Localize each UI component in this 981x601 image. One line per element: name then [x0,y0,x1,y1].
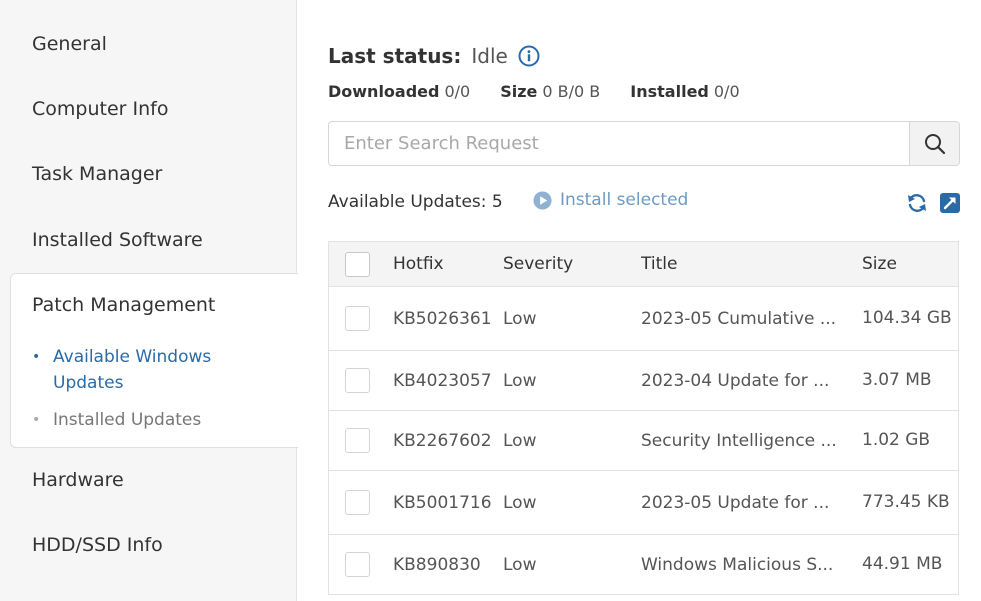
sidebar-item-general[interactable]: General [32,33,107,55]
severity-cell: Low [503,554,537,575]
stat-downloaded: Downloaded 0/0 [328,82,470,101]
info-icon[interactable] [518,45,540,67]
main-panel: Last status: Idle Downloaded 0/0 Size 0 B/… [328,0,960,601]
sidebar-item-hdd-ssd-info[interactable]: HDD/SSD Info [32,534,163,556]
severity-cell: Low [503,370,537,391]
size-cell: 44.91 MB [862,554,943,574]
row-checkbox[interactable] [345,368,370,393]
row-select-cell [345,535,371,594]
row-checkbox[interactable] [345,306,370,331]
row-select-cell [345,351,371,410]
install-selected-button[interactable]: Install selected [533,190,688,210]
stat-installed-value: 0/0 [713,82,740,101]
severity-cell: Low [503,430,537,451]
magnifier-icon [924,133,945,154]
table-row[interactable]: KB2267602 Low Security Intelligence ... … [329,411,958,471]
sidebar: General Computer Info Task Manager Insta… [0,0,298,601]
column-header-severity[interactable]: Severity [503,242,623,286]
download-stats-row: Downloaded 0/0 Size 0 B/0 B Installed 0/0 [328,82,770,101]
sidebar-item-patch-management-card: Patch Management • Available Windows Upd… [10,273,298,448]
search-button[interactable] [909,122,959,165]
row-select-cell [345,471,371,534]
stat-size-label: Size [500,82,538,101]
title-cell: 2023-04 Update for ... [641,370,830,391]
hotfix-cell: KB890830 [393,554,481,575]
search-box [328,121,960,166]
row-checkbox[interactable] [345,490,370,515]
column-header-title[interactable]: Title [641,242,841,286]
size-cell: 773.45 KB [862,492,950,512]
table-row[interactable]: KB890830 Low Windows Malicious S... 44.9… [329,535,958,595]
size-cell: 1.02 GB [862,430,931,450]
select-all-cell [345,242,371,286]
install-selected-label: Install selected [560,190,689,210]
table-row[interactable]: KB5001716 Low 2023-05 Update for ... 773… [329,471,958,535]
stat-downloaded-value: 0/0 [444,82,471,101]
title-cell: Security Intelligence ... [641,430,837,451]
select-all-checkbox[interactable] [345,251,370,277]
severity-cell: Low [503,308,537,329]
column-header-size[interactable]: Size [862,242,958,286]
row-checkbox[interactable] [345,552,370,577]
search-input[interactable] [329,122,909,165]
stat-size: Size 0 B/0 B [500,82,600,101]
title-cell: Windows Malicious S... [641,554,834,575]
submenu-item-label: Available Windows Updates [53,347,212,393]
open-external-icon[interactable] [939,192,961,214]
table-header-row: Hotfix Severity Title Size [329,242,958,287]
severity-cell: Low [503,492,537,513]
sidebar-item-computer-info[interactable]: Computer Info [32,98,168,120]
row-checkbox[interactable] [345,428,370,453]
stat-installed: Installed 0/0 [630,82,739,101]
last-status-value: Idle [471,44,508,68]
submenu-item-label: Installed Updates [53,410,202,430]
hotfix-cell: KB5001716 [393,492,492,513]
stat-size-value: 0 B/0 B [542,82,601,101]
table-row[interactable]: KB5026361 Low 2023-05 Cumulative ... 104… [329,287,958,351]
hotfix-cell: KB4023057 [393,370,492,391]
hotfix-cell: KB2267602 [393,430,492,451]
stat-downloaded-label: Downloaded [328,82,440,101]
submenu-item-installed-updates[interactable]: • Installed Updates [32,407,201,433]
table-row[interactable]: KB4023057 Low 2023-04 Update for ... 3.0… [329,351,958,411]
last-status-label: Last status: [328,44,462,68]
stat-installed-label: Installed [630,82,709,101]
submenu-item-available-windows-updates[interactable]: • Available Windows Updates [32,344,262,396]
sidebar-item-patch-management[interactable]: Patch Management [32,294,215,316]
size-cell: 3.07 MB [862,370,932,390]
available-updates-count: Available Updates: 5 [328,192,503,212]
sidebar-item-hardware[interactable]: Hardware [32,469,124,491]
bullet-icon: • [32,412,41,428]
row-select-cell [345,411,371,470]
row-select-cell [345,287,371,350]
updates-toolbar: Available Updates: 5 Install selected [328,190,960,218]
hotfix-cell: KB5026361 [393,308,492,329]
sidebar-item-installed-software[interactable]: Installed Software [32,229,203,251]
title-cell: 2023-05 Update for ... [641,492,830,513]
sidebar-item-task-manager[interactable]: Task Manager [32,163,162,185]
bullet-icon: • [32,349,41,365]
title-cell: 2023-05 Cumulative ... [641,308,837,329]
refresh-icon[interactable] [906,192,928,214]
size-cell: 104.34 GB [862,308,952,328]
updates-table: Hotfix Severity Title Size KB5026361 Low… [328,241,959,595]
column-header-hotfix[interactable]: Hotfix [393,242,493,286]
play-circle-icon [533,190,552,210]
last-status-row: Last status: Idle [328,44,540,68]
